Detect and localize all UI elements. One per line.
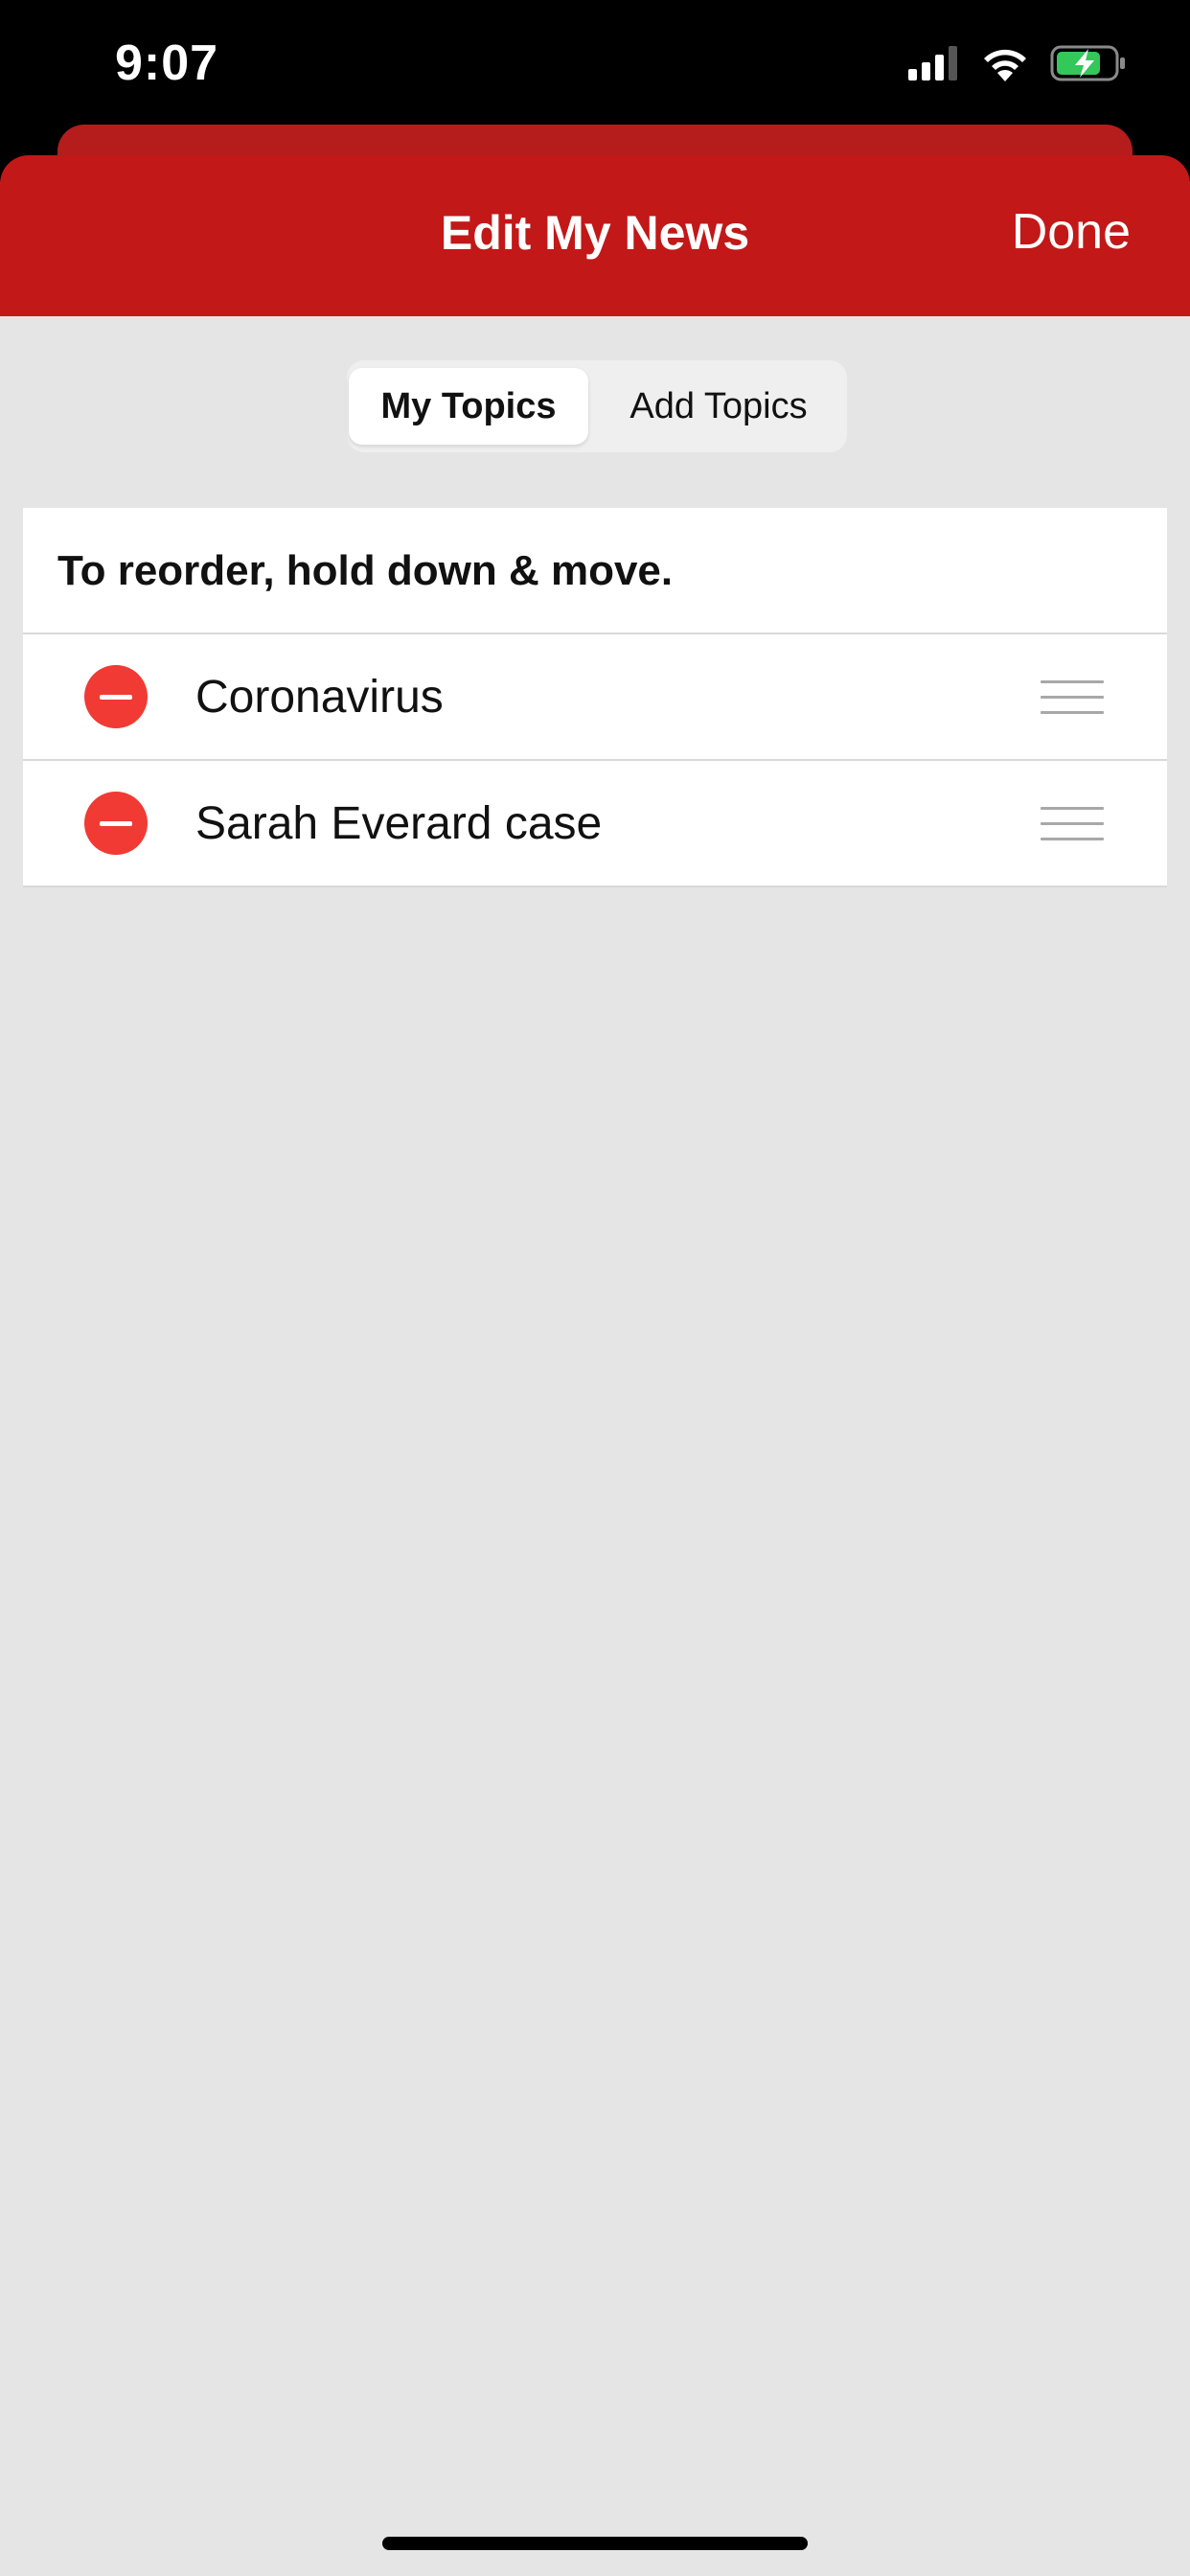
done-button[interactable]: Done — [1012, 203, 1131, 261]
status-icons — [908, 44, 1127, 86]
topics-list: To reorder, hold down & move. Coronaviru… — [23, 508, 1167, 887]
drag-handle-icon[interactable] — [1041, 680, 1104, 715]
topic-label: Coronavirus — [195, 672, 444, 723]
reorder-instruction: To reorder, hold down & move. — [23, 508, 1167, 634]
remove-topic-icon[interactable] — [84, 792, 148, 855]
wifi-icon — [981, 45, 1029, 86]
header: Edit My News Done — [0, 155, 1190, 316]
remove-topic-icon[interactable] — [84, 665, 148, 728]
topics-segmented-control: My Topics Add Topics — [347, 360, 847, 452]
home-indicator — [382, 2537, 808, 2550]
list-item: Coronavirus — [23, 634, 1167, 761]
tab-my-topics[interactable]: My Topics — [349, 368, 588, 445]
topic-label: Sarah Everard case — [195, 798, 603, 849]
status-time: 9:07 — [115, 35, 219, 91]
list-item: Sarah Everard case — [23, 761, 1167, 887]
cellular-signal-icon — [908, 45, 960, 85]
drag-handle-icon[interactable] — [1041, 807, 1104, 841]
tab-add-topics[interactable]: Add Topics — [598, 368, 839, 445]
battery-charging-icon — [1050, 44, 1127, 87]
